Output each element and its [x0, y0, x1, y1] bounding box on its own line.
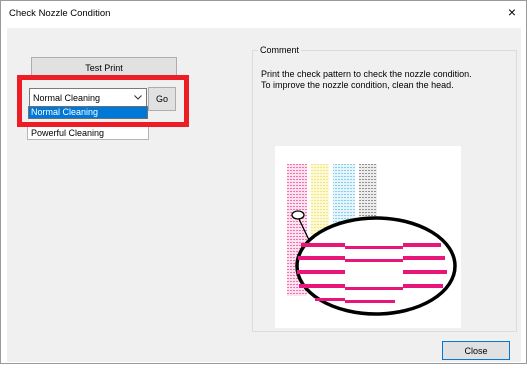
- nozzle-pattern-graphic: [287, 164, 457, 316]
- comment-line-1: Print the check pattern to check the noz…: [261, 69, 472, 79]
- window-title: Check Nozzle Condition: [9, 8, 111, 19]
- nozzle-check-illustration: [275, 146, 461, 328]
- magnifier-pointer-circle: [291, 210, 305, 220]
- title-bar: Check Nozzle Condition ×: [1, 1, 526, 27]
- comment-line-2: To improve the nozzle condition, clean t…: [261, 80, 454, 90]
- comment-text: Print the check pattern to check the noz…: [261, 69, 511, 91]
- close-icon[interactable]: ×: [504, 4, 520, 20]
- comment-legend: Comment: [258, 45, 302, 55]
- close-button[interactable]: Close: [442, 341, 510, 360]
- dialog-client-area: Test Print Normal Cleaning Normal Cleani…: [7, 28, 521, 362]
- red-highlight-box: [17, 75, 189, 127]
- check-nozzle-dialog: Check Nozzle Condition × Test Print Norm…: [0, 0, 527, 364]
- option-powerful-cleaning[interactable]: Powerful Cleaning: [27, 126, 149, 140]
- black-pattern-column: [359, 164, 377, 224]
